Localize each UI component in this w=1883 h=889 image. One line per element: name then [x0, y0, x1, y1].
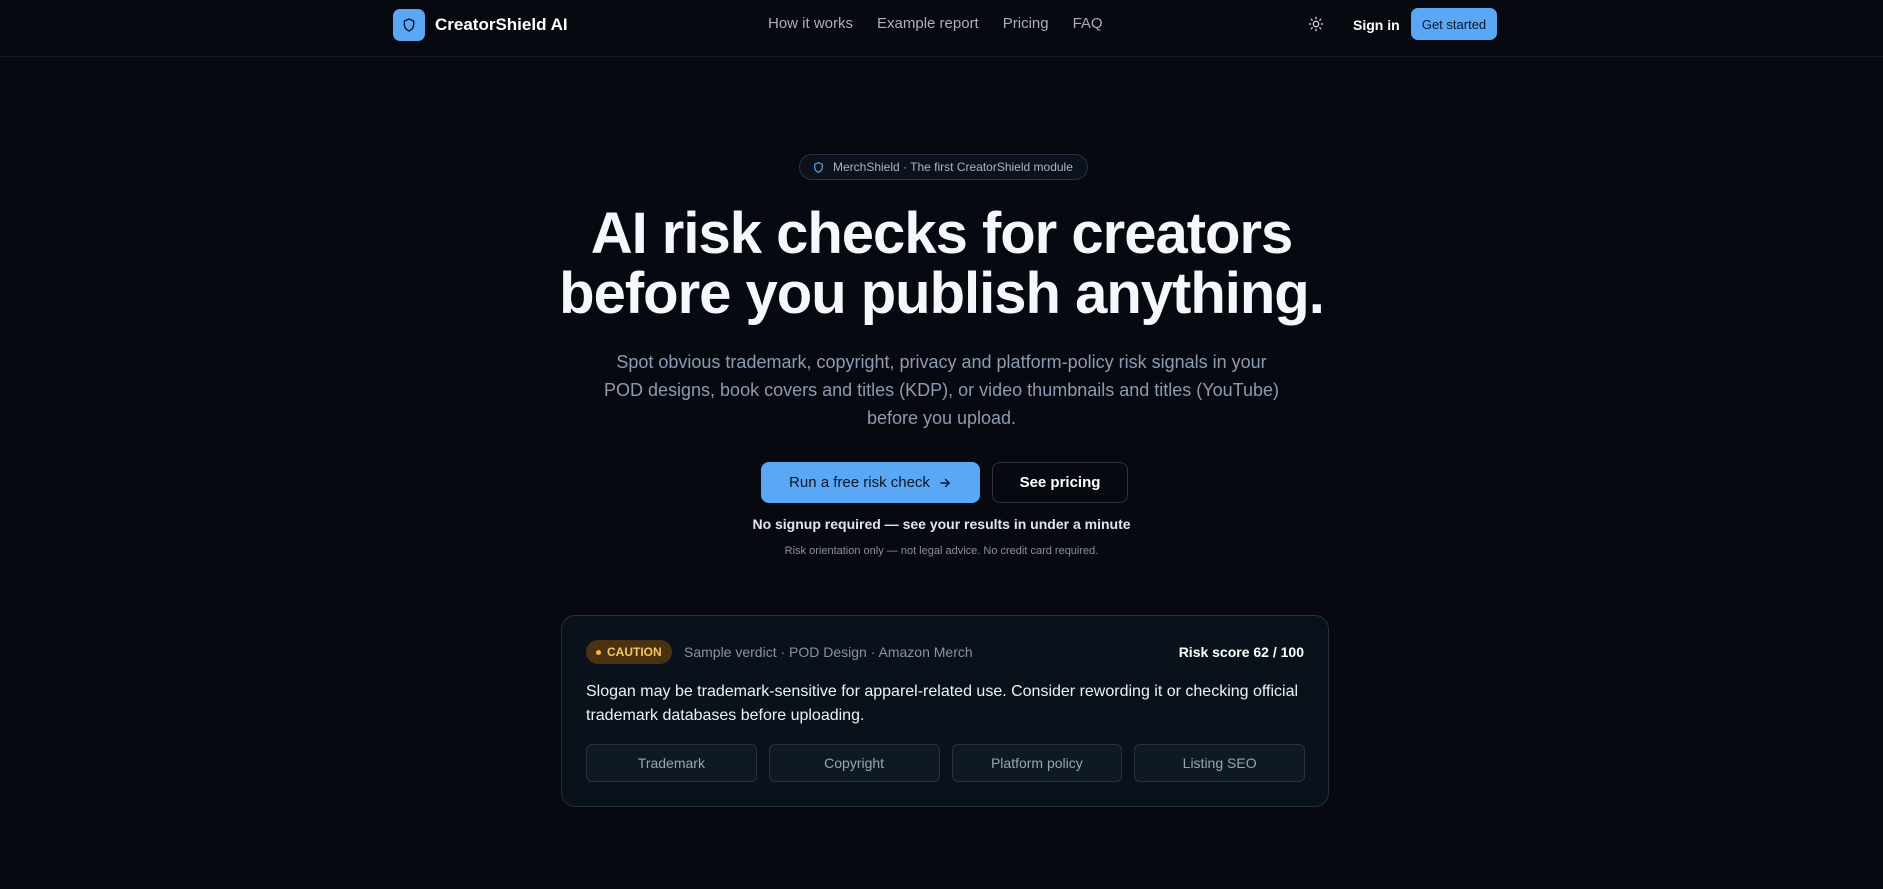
- chip-listing-seo: Listing SEO: [1134, 744, 1305, 782]
- verdict-text: Slogan may be trademark-sensitive for ap…: [586, 683, 1299, 724]
- chip-platform-policy: Platform policy: [951, 744, 1123, 782]
- risk-category-chips: Trademark Copyright Platform policy List…: [586, 744, 1305, 782]
- brand-name: CreatorShield AI: [435, 15, 568, 34]
- main-nav: How it works Example report Pricing FAQ: [768, 14, 1103, 34]
- hero-title: AI risk checks for creators before you p…: [0, 204, 1883, 324]
- nav-link-example-report[interactable]: Example report: [877, 14, 979, 34]
- see-pricing-button[interactable]: See pricing: [992, 462, 1128, 503]
- caution-badge-label: CAUTION: [607, 645, 662, 659]
- sign-in-link[interactable]: Sign in: [1353, 15, 1400, 35]
- shield-icon: [812, 161, 825, 174]
- sample-verdict-label: Sample verdict · POD Design · Amazon Mer…: [684, 644, 973, 660]
- caution-dot: [596, 649, 601, 655]
- brand[interactable]: CreatorShield AI: [393, 9, 568, 41]
- cta-primary-label: Run a free risk check: [789, 474, 930, 491]
- hero-subtitle: Spot obvious trademark, copyright, priva…: [604, 352, 1279, 428]
- shield-icon: [393, 9, 425, 41]
- sample-verdict-card: CAUTION Sample verdict · POD Design · Am…: [561, 615, 1329, 807]
- pill-text: MerchShield · The first CreatorShield mo…: [833, 160, 1073, 174]
- get-started-button[interactable]: Get started: [1411, 8, 1497, 40]
- hero-title-line-1: AI risk checks for creators: [590, 201, 1294, 266]
- nav-link-how-it-works[interactable]: How it works: [768, 14, 853, 34]
- arrow-right-icon: [938, 476, 952, 490]
- caution-badge: CAUTION: [586, 640, 672, 664]
- hero-title-line-2: before you publish anything.: [559, 261, 1325, 326]
- chip-trademark: Trademark: [586, 744, 757, 782]
- risk-score: Risk score 62 / 100: [1178, 644, 1304, 660]
- run-free-risk-check-button[interactable]: Run a free risk check: [761, 462, 980, 503]
- sun-icon[interactable]: [1306, 14, 1326, 34]
- top-navigation-bar: CreatorShield AI How it works Example re…: [0, 0, 1883, 57]
- chip-copyright: Copyright: [768, 744, 940, 782]
- module-announcement-pill: MerchShield · The first CreatorShield mo…: [799, 154, 1088, 180]
- nav-link-pricing[interactable]: Pricing: [1003, 14, 1049, 34]
- no-signup-note: No signup required — see your results in…: [752, 516, 1131, 532]
- disclaimer-note: Risk orientation only — not legal advice…: [784, 545, 1099, 557]
- nav-link-faq[interactable]: FAQ: [1073, 14, 1103, 34]
